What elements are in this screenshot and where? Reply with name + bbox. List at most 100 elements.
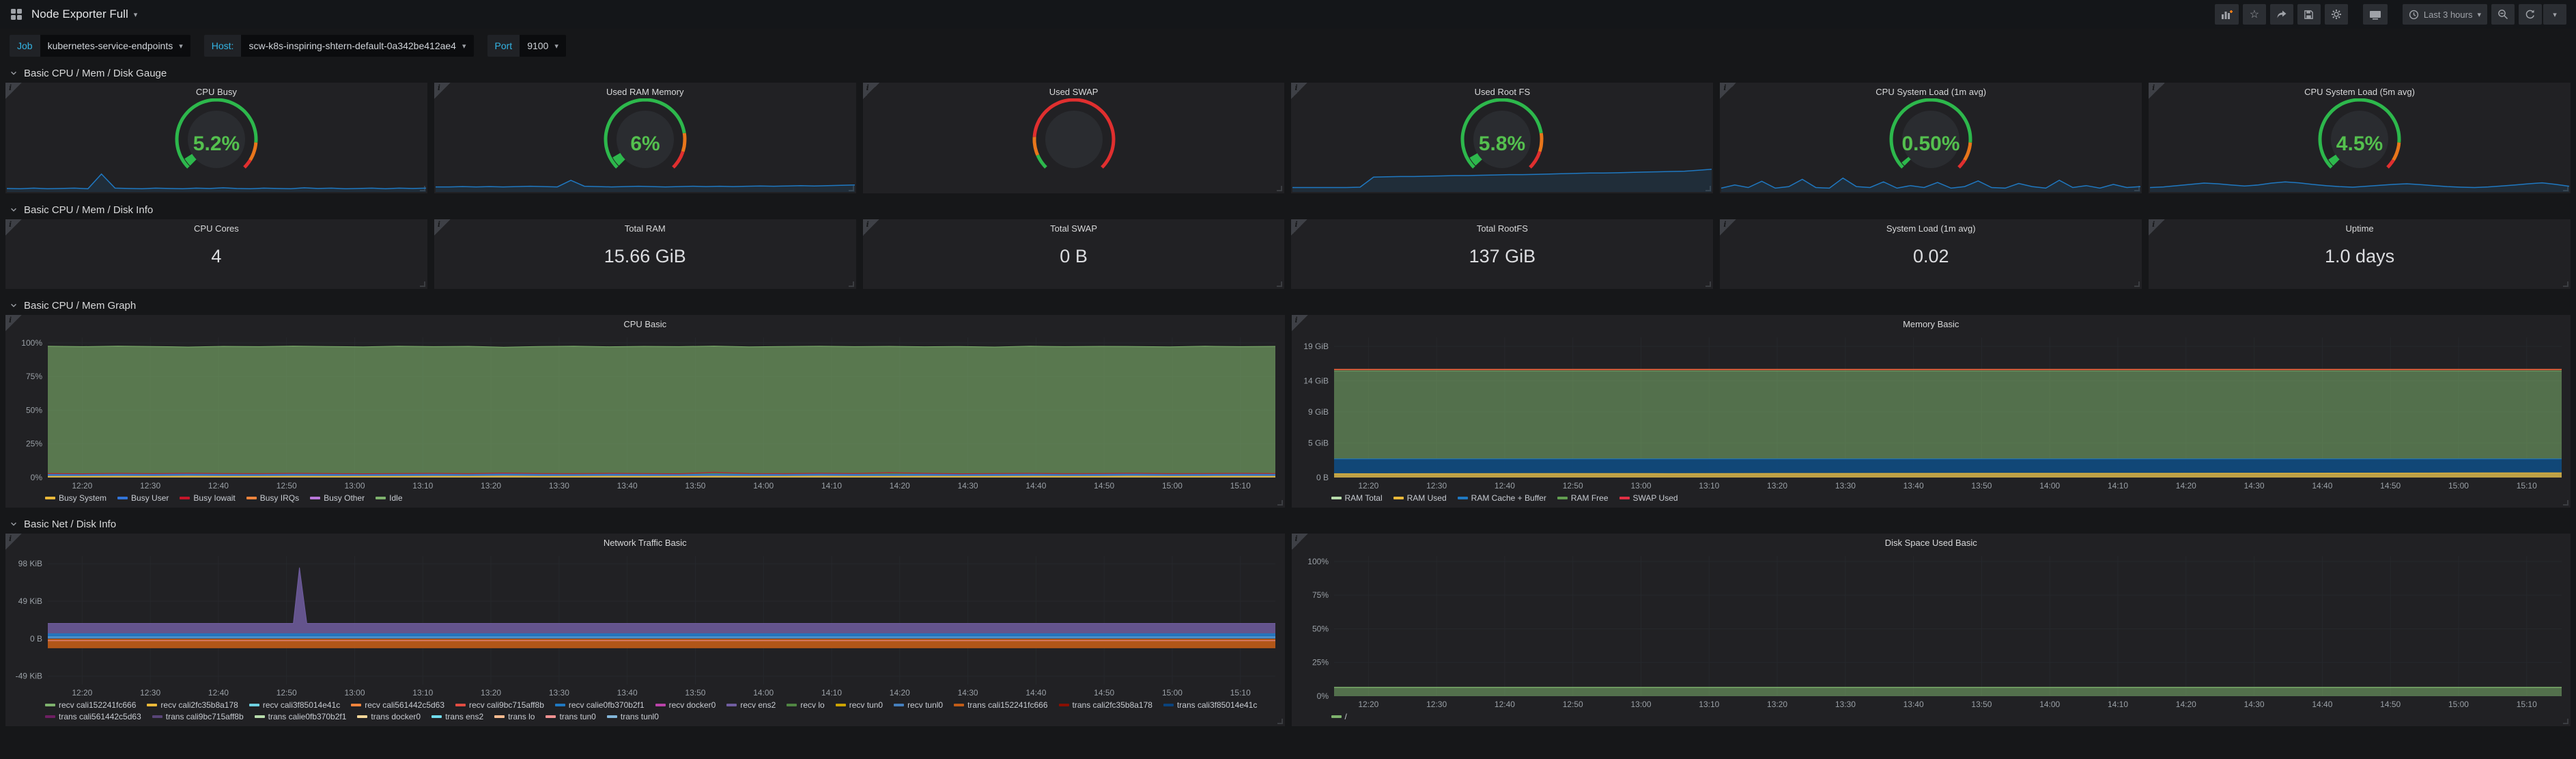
row-header-net[interactable]: Basic Net / Disk Info (0, 514, 2576, 534)
legend-item[interactable]: recv cali152241fc666 (45, 700, 136, 710)
chevron-down-icon: ▾ (2553, 10, 2557, 19)
cpu-basic-chart[interactable]: 0%25%50%75%100%12:2012:3012:4012:5013:00… (5, 331, 1285, 493)
refresh-button[interactable] (2519, 4, 2542, 25)
legend-item[interactable]: recv lo (787, 700, 824, 710)
star-dashboard-button[interactable]: ☆ (2243, 4, 2266, 25)
panel-title[interactable]: Used SWAP (863, 83, 1285, 98)
legend-item[interactable]: recv docker0 (655, 700, 716, 710)
legend-item[interactable]: Busy Iowait (180, 493, 235, 503)
panel-title[interactable]: Total SWAP (863, 219, 1285, 235)
zoom-out-time-button[interactable] (2491, 4, 2515, 25)
legend-item[interactable]: Busy User (117, 493, 169, 503)
row-header-gauge[interactable]: Basic CPU / Mem / Disk Gauge (0, 64, 2576, 83)
dashboard-settings-button[interactable] (2325, 4, 2348, 25)
panel-info-icon[interactable]: i (863, 83, 879, 99)
legend-item[interactable]: trans tunl0 (607, 712, 659, 721)
panel-title[interactable]: Used RAM Memory (434, 83, 856, 98)
legend-item[interactable]: trans lo (494, 712, 535, 721)
legend-item[interactable]: Busy IRQs (246, 493, 299, 503)
row-header-graph[interactable]: Basic CPU / Mem Graph (0, 296, 2576, 315)
panel-title[interactable]: Memory Basic (1292, 315, 2571, 331)
svg-text:15:10: 15:10 (2516, 481, 2536, 491)
cycle-view-mode-button[interactable] (2363, 4, 2388, 25)
legend-item[interactable]: recv calie0fb370b2f1 (555, 700, 645, 710)
variable-job-value[interactable]: kubernetes-service-endpoints ▾ (40, 35, 190, 57)
panel-info-icon[interactable]: i (2149, 83, 2165, 99)
time-range-picker[interactable]: Last 3 hours ▾ (2403, 4, 2487, 25)
panel-title[interactable]: Uptime (2149, 219, 2571, 235)
legend-item[interactable]: trans docker0 (357, 712, 421, 721)
legend-item[interactable]: Busy Other (310, 493, 365, 503)
legend-item[interactable]: recv cali9bc715aff8b (455, 700, 544, 710)
legend-item[interactable]: SWAP Used (1619, 493, 1678, 503)
stat-value: 137 GiB (1291, 246, 1713, 267)
panel-title[interactable]: Total RAM (434, 219, 856, 235)
legend-item[interactable]: recv cali3f85014e41c (249, 700, 340, 710)
panel-info-icon[interactable]: i (1291, 219, 1307, 236)
legend-item[interactable]: recv ens2 (726, 700, 776, 710)
legend-item[interactable]: trans tun0 (546, 712, 595, 721)
panel-info-icon[interactable]: i (434, 219, 451, 236)
legend-label: trans tun0 (559, 712, 595, 721)
panel-info-icon[interactable]: i (5, 219, 22, 236)
legend-item[interactable]: trans cali3f85014e41c (1163, 700, 1257, 710)
legend-item[interactable]: recv cali561442c5d63 (351, 700, 444, 710)
panel-info-icon[interactable]: i (863, 219, 879, 236)
gear-icon (2331, 9, 2342, 20)
legend-item[interactable]: trans calie0fb370b2f1 (255, 712, 347, 721)
memory-basic-chart[interactable]: 0 B5 GiB9 GiB14 GiB19 GiB12:2012:3012:40… (1292, 331, 2571, 493)
legend-label: RAM Used (1407, 493, 1447, 503)
legend-item[interactable]: trans cali2fc35b8a178 (1059, 700, 1152, 710)
panel-title[interactable]: CPU Basic (5, 315, 1285, 331)
svg-text:14:20: 14:20 (890, 481, 910, 491)
row-header-info[interactable]: Basic CPU / Mem / Disk Info (0, 200, 2576, 219)
panel-info-icon[interactable]: i (5, 83, 22, 99)
legend-item[interactable]: trans cali152241fc666 (954, 700, 1047, 710)
panel-info-icon[interactable]: i (5, 534, 22, 550)
legend-item[interactable]: trans cali9bc715aff8b (152, 712, 244, 721)
variable-port-value[interactable]: 9100 ▾ (520, 35, 566, 57)
row-title: Basic CPU / Mem / Disk Info (24, 204, 153, 216)
variable-host-value[interactable]: scw-k8s-inspiring-shtern-default-0a342be… (241, 35, 473, 57)
legend-item[interactable]: RAM Cache + Buffer (1458, 493, 1546, 503)
panel-info-icon[interactable]: i (1720, 219, 1736, 236)
panel-title[interactable]: CPU Busy (5, 83, 427, 98)
legend-item[interactable]: recv tunl0 (894, 700, 943, 710)
panel-info-icon[interactable]: i (2149, 219, 2165, 236)
panel-title[interactable]: CPU System Load (5m avg) (2149, 83, 2571, 98)
legend-item[interactable]: Idle (376, 493, 402, 503)
panel-title[interactable]: Used Root FS (1291, 83, 1713, 98)
legend-item[interactable]: recv cali2fc35b8a178 (147, 700, 238, 710)
panel-title[interactable]: CPU Cores (5, 219, 427, 235)
add-panel-button[interactable] (2215, 4, 2239, 25)
legend-item[interactable]: / (1331, 712, 1347, 721)
panel-title[interactable]: Total RootFS (1291, 219, 1713, 235)
save-dashboard-button[interactable] (2297, 4, 2321, 25)
svg-text:14:30: 14:30 (2244, 700, 2264, 709)
panel-info-icon[interactable]: i (1291, 83, 1307, 99)
legend-item[interactable]: trans ens2 (431, 712, 483, 721)
dashboard-title-dropdown[interactable]: Node Exporter Full ▾ (31, 8, 137, 21)
panel-info-icon[interactable]: i (5, 315, 22, 331)
panel-info-icon[interactable]: i (434, 83, 451, 99)
panel-title[interactable]: System Load (1m avg) (1720, 219, 2142, 235)
share-dashboard-button[interactable] (2270, 4, 2293, 25)
legend-item[interactable]: recv tun0 (836, 700, 883, 710)
refresh-interval-dropdown[interactable]: ▾ (2543, 4, 2566, 25)
legend-item[interactable]: Busy System (45, 493, 107, 503)
panel-title[interactable]: Disk Space Used Basic (1292, 534, 2571, 549)
svg-text:13:00: 13:00 (1630, 481, 1651, 491)
panel-title[interactable]: CPU System Load (1m avg) (1720, 83, 2142, 98)
network-traffic-chart[interactable]: -49 KiB0 B49 KiB98 KiB12:2012:3012:4012:… (5, 549, 1285, 700)
panel-network-traffic: i Network Traffic Basic -49 KiB0 B49 KiB… (5, 534, 1285, 726)
panel-info-icon[interactable]: i (1292, 315, 1308, 331)
panel-title[interactable]: Network Traffic Basic (5, 534, 1285, 549)
panel-info-icon[interactable]: i (1292, 534, 1308, 550)
disk-space-chart[interactable]: 0%25%50%75%100%12:2012:3012:4012:5013:00… (1292, 549, 2571, 711)
legend-item[interactable]: RAM Total (1331, 493, 1383, 503)
legend-item[interactable]: RAM Used (1393, 493, 1447, 503)
dashboard-grid-icon[interactable] (10, 8, 23, 21)
legend-item[interactable]: RAM Free (1557, 493, 1609, 503)
legend-item[interactable]: trans cali561442c5d63 (45, 712, 141, 721)
panel-info-icon[interactable]: i (1720, 83, 1736, 99)
